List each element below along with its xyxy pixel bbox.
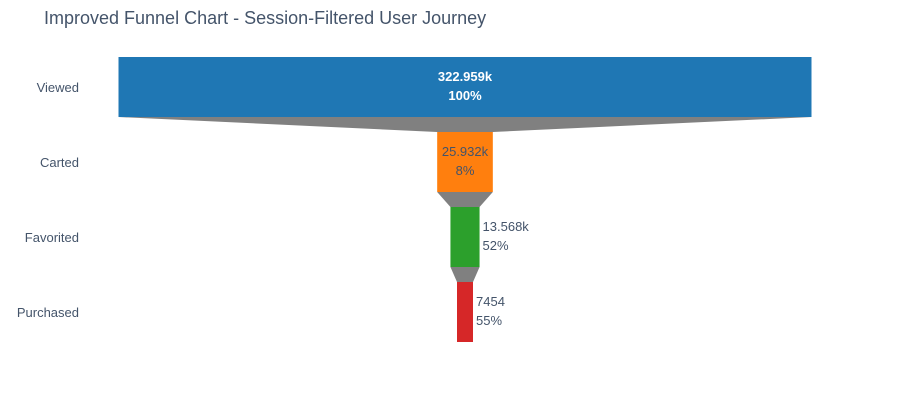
percent-label-carted: 8% — [456, 163, 475, 178]
value-label-carted: 25.932k — [442, 144, 489, 159]
stage-label-viewed: Viewed — [37, 80, 79, 95]
connector-favorited-to-purchased — [450, 267, 480, 282]
percent-label-viewed: 100% — [448, 88, 482, 103]
value-label-viewed: 322.959k — [438, 69, 493, 84]
funnel-bar-purchased[interactable] — [457, 282, 473, 342]
value-label-favorited: 13.568k — [483, 219, 530, 234]
stage-label-favorited: Favorited — [25, 230, 79, 245]
chart-title: Improved Funnel Chart - Session-Filtered… — [44, 8, 486, 28]
percent-label-favorited: 52% — [483, 238, 509, 253]
percent-label-purchased: 55% — [476, 313, 502, 328]
connector-carted-to-favorited — [437, 192, 493, 207]
connector-viewed-to-carted — [118, 117, 812, 132]
funnel-chart: Improved Funnel Chart - Session-Filtered… — [0, 0, 900, 400]
funnel-bar-viewed[interactable] — [118, 57, 812, 117]
funnel-chart-svg: Improved Funnel Chart - Session-Filtered… — [17, 8, 812, 342]
funnel-bar-favorited[interactable] — [450, 207, 480, 267]
funnel-bar-carted[interactable] — [437, 132, 493, 192]
value-label-purchased: 7454 — [476, 294, 505, 309]
stage-label-carted: Carted — [40, 155, 79, 170]
stage-label-purchased: Purchased — [17, 305, 79, 320]
